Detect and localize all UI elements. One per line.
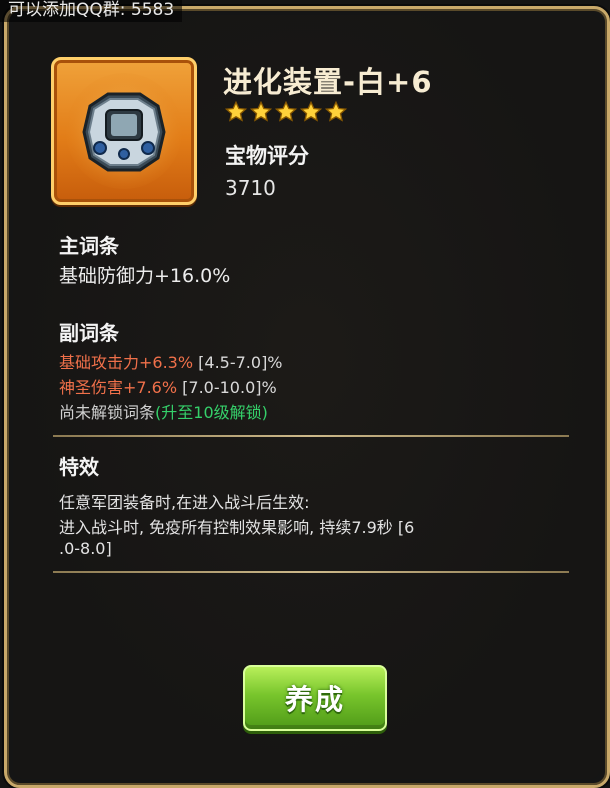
section-divider <box>53 571 569 573</box>
cultivate-button-label: 养成 <box>284 683 345 716</box>
star-icon <box>275 101 297 122</box>
item-name: 进化装置-白+6 <box>223 65 433 99</box>
sub-stat-title: 副词条 <box>59 321 119 345</box>
main-stat-value: 基础防御力+16.0% <box>59 265 231 287</box>
star-icon <box>250 101 272 122</box>
effect-line: 任意军团装备时,在进入战斗后生效: <box>59 493 310 512</box>
effect-line: .0-8.0] <box>59 539 112 558</box>
star-icon <box>325 101 347 122</box>
sub-stat-label: 神圣伤害+7.6% <box>59 378 178 397</box>
sub-stat-range: [7.0-10.0]% <box>182 378 277 397</box>
main-stat-title: 主词条 <box>59 234 119 258</box>
locked-stat-text: 尚未解锁词条 <box>59 403 156 422</box>
group-banner: 可以添加QQ群: 5583 <box>0 0 183 22</box>
effect-title: 特效 <box>59 455 99 479</box>
section-divider <box>53 435 569 437</box>
sub-stat-label: 基础攻击力+6.3% <box>59 353 194 372</box>
score-label: 宝物评分 <box>225 144 309 168</box>
locked-stat-row: 尚未解锁词条(升至10级解锁) <box>59 399 268 423</box>
effect-line: 进入战斗时, 免疫所有控制效果影响, 持续7.9秒 [6 <box>59 518 415 537</box>
score-value: 3710 <box>225 176 276 200</box>
cultivate-button[interactable]: 养成 <box>243 665 387 731</box>
star-icon <box>300 101 322 122</box>
sub-stat-row: 基础攻击力+6.3% [4.5-7.0]% <box>59 349 283 373</box>
sub-stat-range: [4.5-7.0]% <box>198 353 283 372</box>
item-detail-panel: 进化装置-白+6 宝物评分 3710 主词条 基础防御力+16.0% 副词条 基… <box>4 6 610 788</box>
item-icon-frame <box>51 57 197 205</box>
star-icon <box>225 101 247 122</box>
sub-stat-row: 神圣伤害+7.6% [7.0-10.0]% <box>59 374 277 398</box>
digivice-icon <box>66 73 182 189</box>
unlock-hint: (升至10级解锁) <box>155 403 268 422</box>
star-rating <box>225 101 347 123</box>
